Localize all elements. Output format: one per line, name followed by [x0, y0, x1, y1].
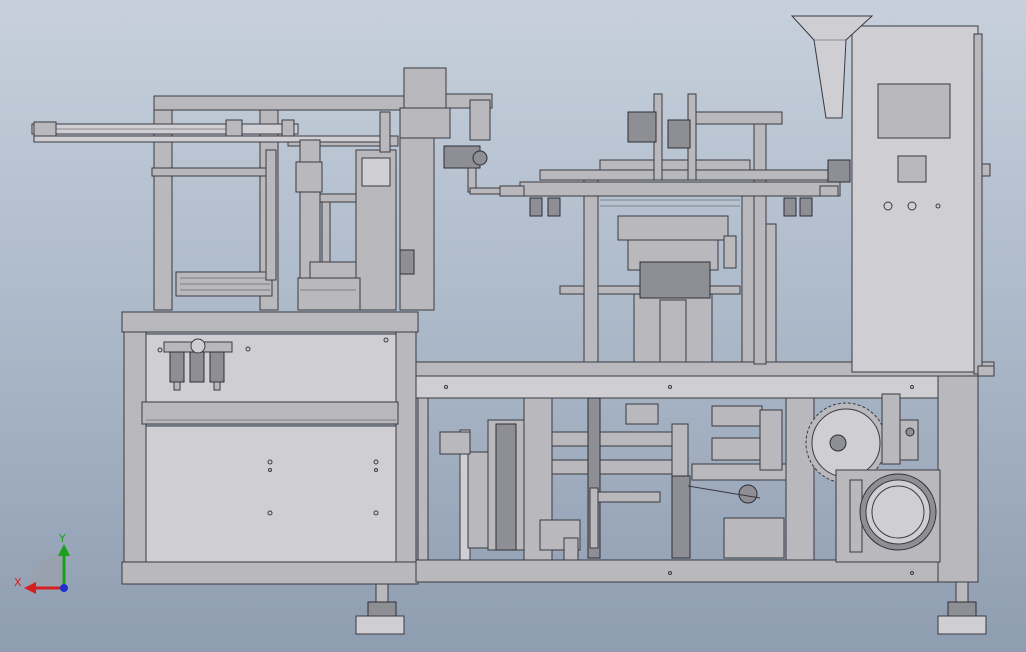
air-filter-regulator	[163, 338, 233, 391]
control-cabinet	[851, 25, 995, 377]
y-axis-label: Y	[58, 532, 66, 545]
horizontal-cylinder	[31, 119, 389, 143]
drive-mechanism	[439, 397, 787, 561]
coordinate-triad: X Y	[14, 532, 70, 594]
x-axis-label: X	[14, 576, 22, 589]
machine-drawing: X Y	[14, 15, 995, 635]
cad-viewport[interactable]: X Y	[0, 0, 1026, 652]
z-axis-dot	[60, 584, 68, 592]
left-cabinet	[121, 311, 419, 585]
machine-feet	[355, 581, 987, 635]
rotary-turret	[499, 93, 851, 365]
